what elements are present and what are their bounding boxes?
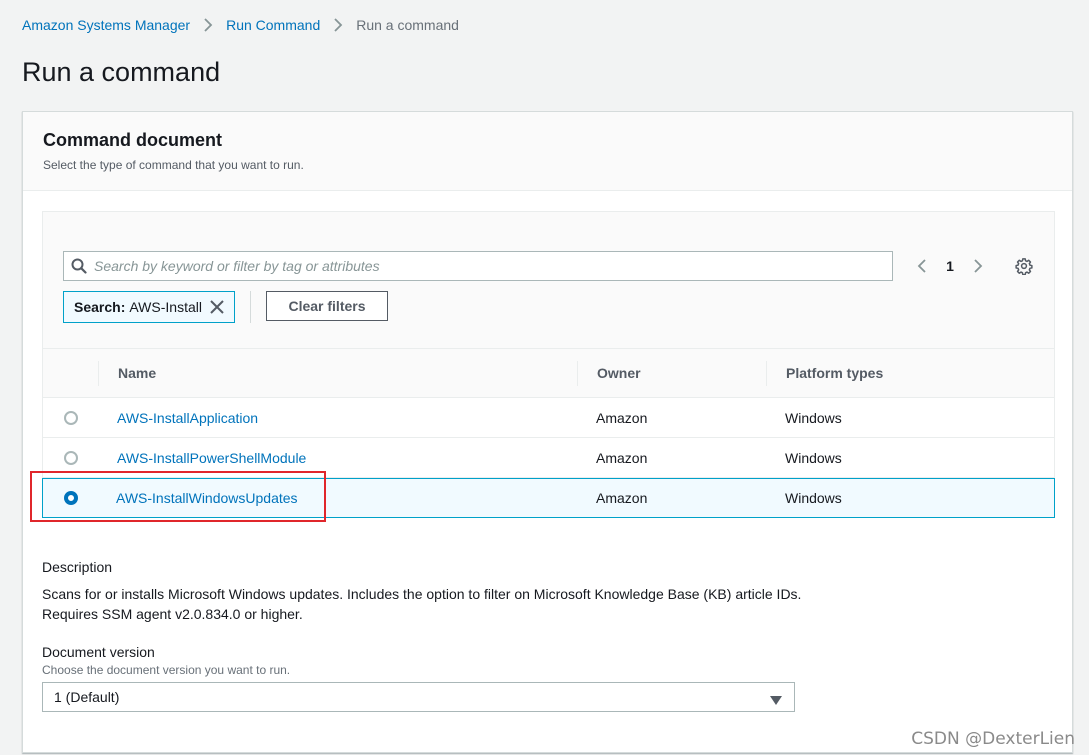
breadcrumb-systems-manager[interactable]: Amazon Systems Manager [22,17,190,33]
search-icon [64,258,94,274]
search-field[interactable] [63,251,893,281]
document-version-label: Document version [42,644,155,660]
close-icon[interactable] [208,298,226,316]
header-platform-types[interactable]: Platform types [766,349,1054,397]
description-text: Scans for or installs Microsoft Windows … [42,586,802,622]
panel-title: Command document [43,130,223,150]
filter-token-value: AWS-Install [129,299,202,315]
description-label: Description [42,559,113,575]
document-version-value: 1 (Default) [54,689,120,705]
documents-table: 1 Search: AWS-Install Clear filters [42,211,1055,518]
document-name-link[interactable]: AWS-InstallWindowsUpdates [116,490,298,506]
pagination-current-page[interactable]: 1 [935,258,965,274]
document-name-link[interactable]: AWS-InstallApplication [117,410,258,426]
row-platform: Windows [785,490,842,506]
document-name-link[interactable]: AWS-InstallPowerShellModule [117,450,306,466]
table-row[interactable]: AWS-InstallPowerShellModule Amazon Windo… [43,438,1054,478]
pagination: 1 [909,251,991,281]
filter-token: Search: AWS-Install [63,291,235,323]
chevron-right-icon [320,18,356,32]
table-row[interactable]: AWS-InstallApplication Amazon Windows [43,398,1054,438]
filter-token-key: Search: [74,299,126,315]
table-toolbar: 1 Search: AWS-Install Clear filters [43,212,1054,349]
row-owner: Amazon [596,449,648,466]
header-name[interactable]: Name [98,349,577,397]
document-version-hint: Choose the document version you want to … [42,663,291,677]
watermark: CSDN @DexterLien [911,729,1075,749]
panel-header: Command document Select the type of comm… [23,112,1072,191]
command-document-panel: Command document Select the type of comm… [22,111,1073,753]
breadcrumb-run-command[interactable]: Run Command [226,17,320,33]
search-input[interactable] [94,253,892,279]
page-title: Run a command [22,57,221,87]
row-owner: Amazon [596,409,648,426]
chevron-left-icon[interactable] [909,253,935,279]
chevron-right-icon[interactable] [965,253,991,279]
document-version-select[interactable]: 1 (Default) [42,682,795,712]
table-row-selected[interactable]: AWS-InstallWindowsUpdates Amazon Windows [42,478,1055,518]
row-radio-selected[interactable] [63,491,78,505]
chevron-right-icon [190,18,226,32]
row-platform: Windows [785,449,842,466]
settings-gear-icon[interactable] [1011,251,1037,281]
table-header: Name Owner Platform types [43,349,1054,398]
caret-down-icon [770,693,782,709]
clear-filters-button[interactable]: Clear filters [266,291,388,321]
row-radio[interactable] [63,410,78,425]
row-owner: Amazon [596,490,648,506]
header-select-column [43,349,98,397]
header-owner[interactable]: Owner [577,349,766,397]
row-radio[interactable] [63,450,78,465]
panel-subtitle: Select the type of command that you want… [43,158,304,172]
row-platform: Windows [785,409,842,426]
toolbar-divider [250,291,251,323]
breadcrumb-current: Run a command [356,17,459,33]
breadcrumb: Amazon Systems Manager Run Command Run a… [22,16,459,34]
